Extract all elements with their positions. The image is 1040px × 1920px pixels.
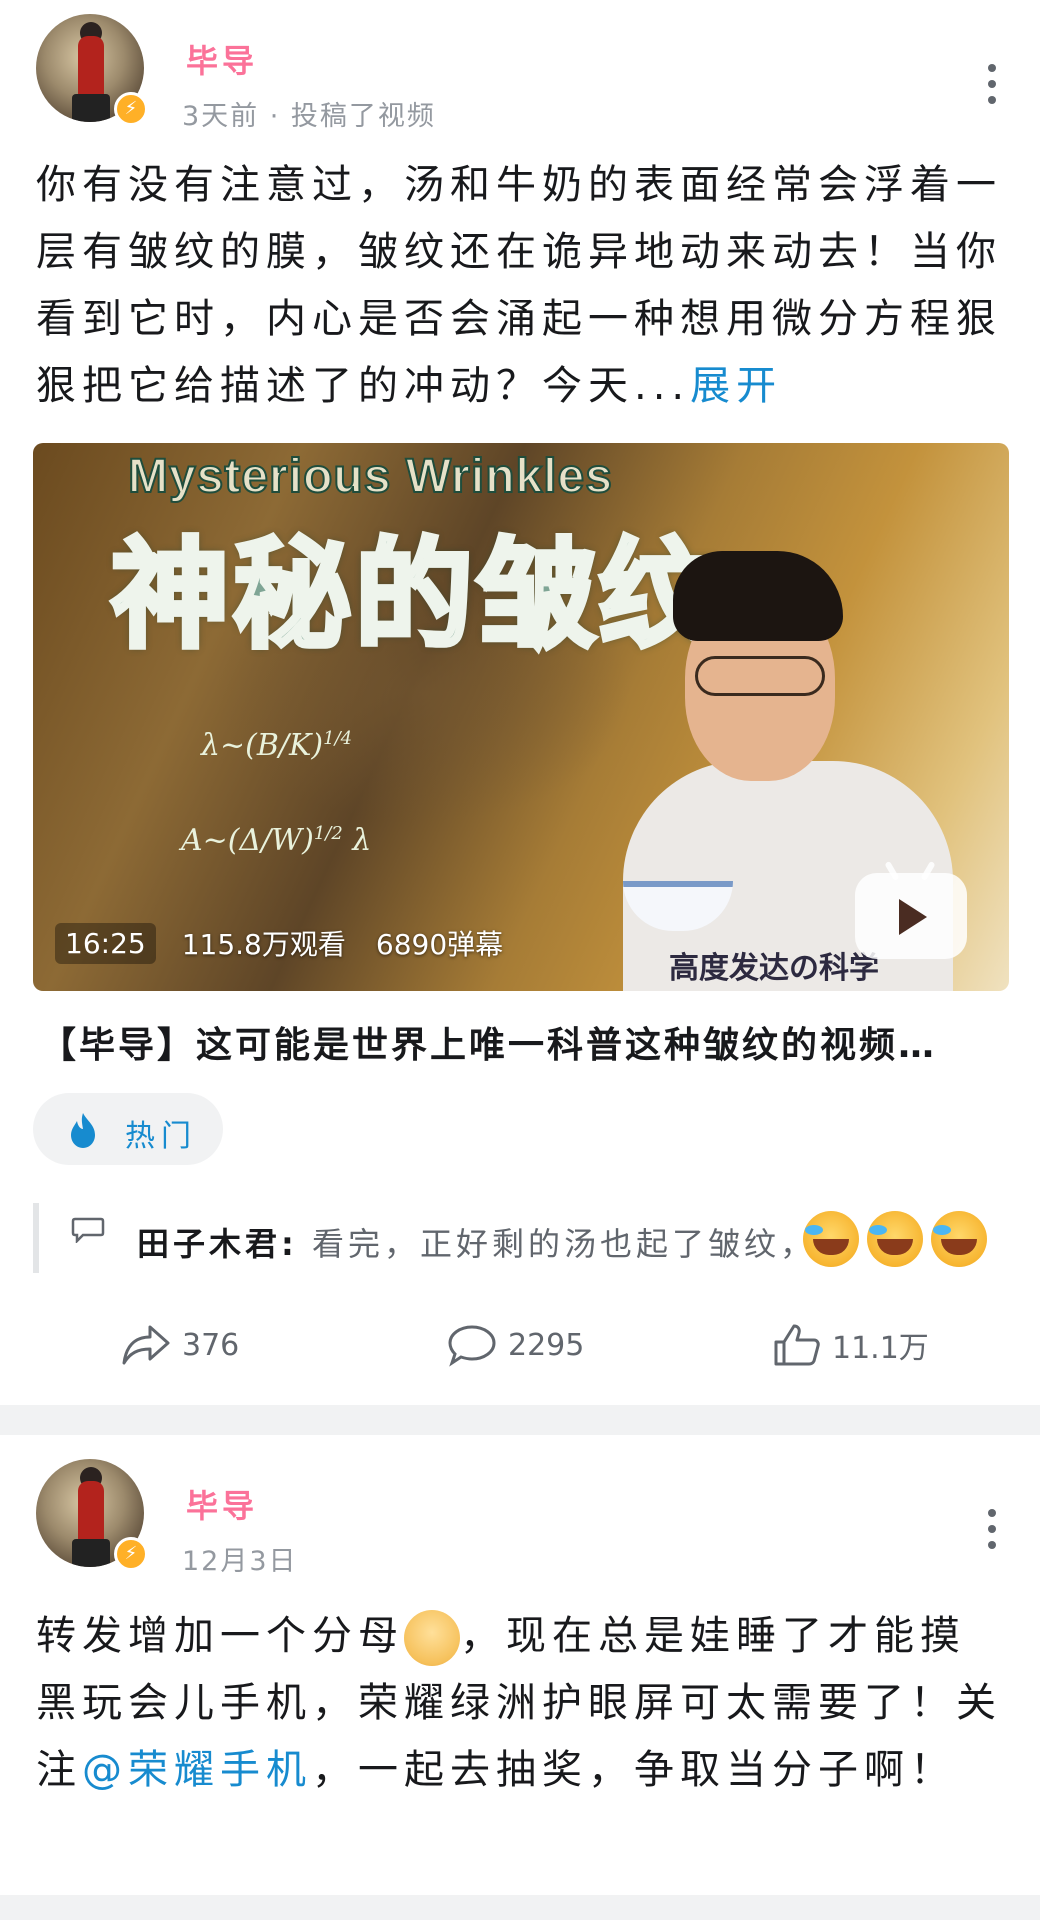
post-meta: 3天前 · 投稿了视频 [182,101,436,132]
comment-button[interactable]: 2295 [446,1310,584,1380]
cover-title-en: Mysterious Wrinkles [127,449,613,504]
like-count: 11.1万 [832,1331,929,1366]
expand-link[interactable]: 展开 [690,363,782,409]
formula-lambda: λ~(B/K)1/4 [201,728,353,763]
thumbs-up-icon [774,1324,820,1366]
formula-amplitude: A~(Δ/W)1/2 λ [181,823,372,858]
top-comment[interactable]: 田子木君: 看完，正好剩的汤也起了皱纹， [33,1203,1003,1273]
comment-icon [448,1325,496,1367]
video-title[interactable]: 【毕导】这可能是世界上唯一科普这种皱纹的视频… [40,1016,1006,1068]
dog-rose-emoji-icon [404,1610,460,1666]
cover-caption: 高度发达の科学 [669,951,879,986]
post-header: ⚡ 毕导 3天前 · 投稿了视频 [36,14,1004,134]
laughing-crying-emoji-icon [803,1211,859,1267]
share-count: 376 [182,1327,240,1363]
like-button[interactable]: 11.1万 [772,1310,929,1380]
more-options-icon[interactable] [980,1509,1004,1553]
post-body: 你有没有注意过，汤和牛奶的表面经常会浮着一层有皱纹的膜，皱纹还在诡异地动来动去！… [36,162,1002,409]
laughing-crying-emoji-icon [867,1211,923,1267]
comment-body: 看完，正好剩的汤也起了皱纹， [297,1225,816,1263]
feed-divider [0,1895,1040,1920]
author-name[interactable]: 毕导 [186,36,258,82]
post-body-part3: ，一起去抽奖，争取当分子啊！ [312,1747,956,1793]
tv-play-icon[interactable] [855,860,967,959]
post-text: 你有没有注意过，汤和牛奶的表面经常会浮着一层有皱纹的膜，皱纹还在诡异地动来动去！… [36,152,1006,420]
lightning-badge-icon: ⚡ [114,1537,148,1571]
comment-bubble-icon [71,1217,105,1243]
view-count: 115.8万观看 [181,928,346,961]
share-icon [122,1325,170,1365]
video-stats: 16:25 115.8万观看 6890弹幕 [55,917,533,969]
feed-divider [0,1405,1040,1435]
post-meta: 12月3日 [182,1546,298,1577]
dynamic-card: ⚡ 毕导 12月3日 转发增加一个分母 ，现在总是娃睡了才能摸黑玩会儿手机，荣耀绿… [0,1435,1040,1895]
laughing-crying-emoji-icon [931,1211,987,1267]
author-name[interactable]: 毕导 [186,1481,258,1527]
video-duration: 16:25 [55,922,156,964]
comment-text: 田子木君: 看完，正好剩的汤也起了皱纹， [137,1219,816,1265]
post-body-part1: 转发增加一个分母 [36,1613,404,1659]
comment-author[interactable]: 田子木君: [137,1225,298,1263]
dynamic-card: ⚡ 毕导 3天前 · 投稿了视频 你有没有注意过，汤和牛奶的表面经常会浮着一层有… [0,0,1040,1405]
post-header: ⚡ 毕导 12月3日 [36,1459,1004,1579]
video-card[interactable]: Mysterious Wrinkles 神秘的皱纹 λ~(B/K)1/4 A~(… [33,443,1009,991]
share-button[interactable]: 376 [120,1310,239,1380]
action-bar: 376 2295 11.1万 [0,1310,1040,1380]
hot-tag[interactable]: 热门 [33,1093,223,1165]
more-options-icon[interactable] [980,64,1004,108]
flame-icon [71,1113,95,1148]
mention-link[interactable]: @荣耀手机 [82,1747,312,1793]
lightning-badge-icon: ⚡ [114,92,148,126]
comment-count: 2295 [508,1327,585,1363]
hot-tag-label: 热门 [125,1119,197,1154]
danmaku-count: 6890弹幕 [375,928,504,961]
post-text: 转发增加一个分母 ，现在总是娃睡了才能摸黑玩会儿手机，荣耀绿洲护眼屏可太需要了！关… [36,1603,1006,1804]
